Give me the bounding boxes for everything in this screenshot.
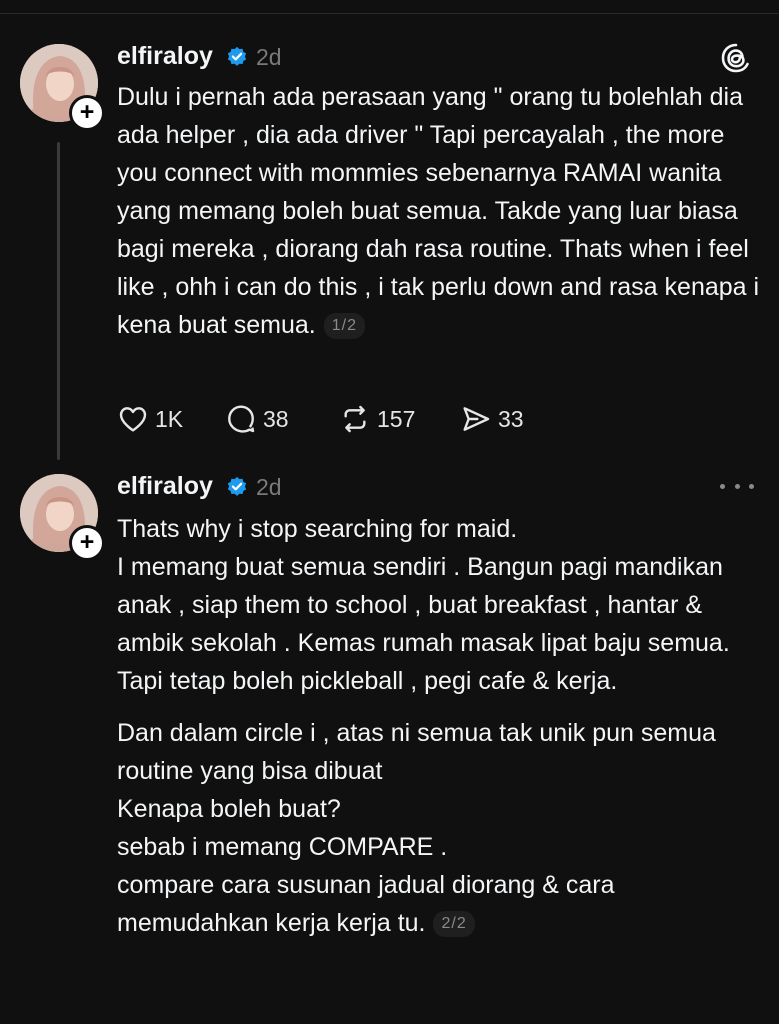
post-paragraph: Thats why i stop searching for maid. I m… bbox=[117, 515, 730, 695]
action-bar: 1K 38 157 33 bbox=[117, 400, 577, 438]
more-options-icon[interactable] bbox=[720, 474, 754, 498]
follow-plus-icon[interactable]: + bbox=[69, 525, 105, 561]
username[interactable]: elfiraloy bbox=[117, 472, 213, 501]
page-indicator: 2/2 bbox=[433, 911, 475, 938]
heart-icon bbox=[119, 407, 147, 432]
reply-button[interactable]: 38 bbox=[225, 400, 289, 438]
comment-icon bbox=[228, 405, 255, 433]
page-indicator: 1/2 bbox=[323, 313, 365, 340]
like-button[interactable]: 1K bbox=[117, 400, 183, 438]
verified-badge-icon bbox=[227, 476, 247, 496]
like-count: 1K bbox=[155, 405, 184, 432]
thread-connector-line bbox=[57, 142, 60, 460]
follow-plus-icon[interactable]: + bbox=[69, 95, 105, 131]
post-text: Thats why i stop searching for maid. I m… bbox=[117, 510, 762, 942]
post-time: 2d bbox=[256, 474, 282, 500]
share-button[interactable]: 33 bbox=[460, 400, 524, 438]
repost-button[interactable]: 157 bbox=[339, 400, 415, 438]
post-text: Dulu i pernah ada perasaan yang " orang … bbox=[117, 78, 762, 344]
username[interactable]: elfiraloy bbox=[117, 42, 213, 71]
post-text-content: Dulu i pernah ada perasaan yang " orang … bbox=[117, 83, 760, 339]
reply-count: 38 bbox=[263, 405, 289, 432]
verified-badge-icon bbox=[227, 46, 247, 66]
post-time: 2d bbox=[256, 44, 282, 70]
repost-count: 157 bbox=[377, 405, 416, 432]
share-count: 33 bbox=[498, 405, 524, 432]
post-paragraph-text: Dan dalam circle i , atas ni semua tak u… bbox=[117, 719, 716, 937]
repost-icon bbox=[344, 405, 366, 433]
top-divider bbox=[0, 13, 779, 14]
share-icon bbox=[463, 407, 490, 431]
threads-logo-icon[interactable] bbox=[720, 42, 752, 74]
post-paragraph: Dan dalam circle i , atas ni semua tak u… bbox=[117, 714, 762, 942]
